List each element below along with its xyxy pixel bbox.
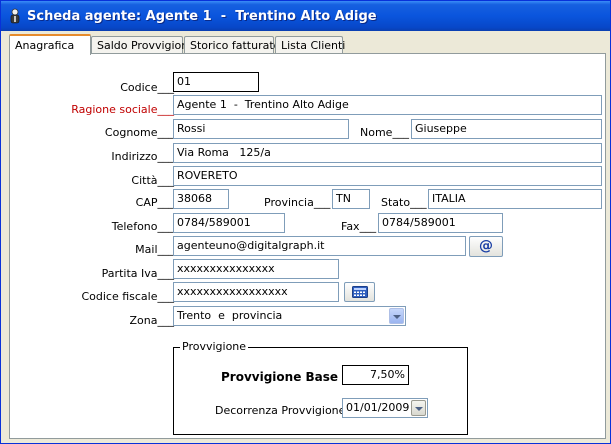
cognome-label: Cognome___: [104, 126, 174, 139]
zona-label: Zona___: [129, 314, 174, 327]
stato-field[interactable]: ITALIA: [428, 189, 602, 209]
send-mail-button[interactable]: @: [469, 236, 503, 257]
decorrenza-label: Decorrenza Provvigione: [215, 404, 346, 417]
cognome-field[interactable]: Rossi: [173, 119, 349, 139]
window-title: Scheda agente: Agente 1 - Trentino Alto …: [27, 9, 377, 24]
partita-iva-label: Partita Iva___: [101, 267, 174, 280]
at-icon: @: [479, 238, 493, 254]
tab-saldo-provvigioni[interactable]: Saldo Provvigioni: [91, 36, 191, 54]
fax-field[interactable]: 0784/589001: [378, 213, 503, 233]
indirizzo-field[interactable]: Via Roma 125/a: [173, 143, 602, 163]
mail-field[interactable]: agenteuno@digitalgraph.it: [173, 236, 466, 256]
chevron-down-icon[interactable]: [411, 400, 426, 416]
calculator-icon: [351, 286, 368, 298]
cap-field[interactable]: 38068: [173, 189, 229, 209]
provincia-label: Provincia___: [264, 196, 331, 209]
cap-label: CAP___: [135, 196, 174, 209]
nome-label: Nome___: [360, 126, 409, 139]
ragione-sociale-label: Ragione sociale___: [71, 103, 174, 116]
provincia-field[interactable]: TN: [332, 189, 370, 209]
telefono-field[interactable]: 0784/589001: [173, 213, 285, 233]
fax-label: Fax___: [341, 220, 377, 233]
tab-anagrafica[interactable]: Anagrafica: [9, 34, 91, 55]
telefono-label: Telefono___: [111, 220, 174, 233]
mail-label: Mail___: [135, 243, 174, 256]
zona-value: Trento e provincia: [177, 309, 283, 322]
codice-field[interactable]: 01: [173, 72, 259, 92]
agent-icon: [10, 8, 20, 24]
tab-storico-fatturato[interactable]: Storico fatturato: [184, 36, 280, 54]
calculate-codice-fiscale-button[interactable]: [344, 282, 375, 302]
citta-label: Città___: [131, 174, 174, 187]
nome-field[interactable]: Giuseppe: [411, 119, 602, 139]
ragione-sociale-field[interactable]: Agente 1 - Trentino Alto Adige: [173, 95, 602, 115]
decorrenza-value: 01/01/2009: [346, 401, 410, 414]
codice-fiscale-field[interactable]: xxxxxxxxxxxxxxxxx: [173, 282, 339, 302]
codice-label: Codice___: [120, 81, 174, 94]
provvigioni-legend: Provvigione: [180, 340, 249, 353]
provvigione-base-label: Provvigione Base %: [221, 370, 355, 384]
zona-select[interactable]: Trento e provincia: [173, 306, 406, 326]
provvigioni-group: Provvigione Provvigione Base % 7,50% Dec…: [173, 340, 468, 435]
provvigione-base-field[interactable]: 7,50%: [342, 365, 409, 385]
decorrenza-select[interactable]: 01/01/2009: [342, 398, 428, 418]
tab-lista-clienti[interactable]: Lista Clienti: [275, 36, 345, 54]
stato-label: Stato___: [381, 196, 427, 209]
agent-window: Scheda agente: Agente 1 - Trentino Alto …: [0, 0, 611, 444]
anagrafica-panel: Codice___ 01 Ragione sociale___ Agente 1…: [9, 53, 606, 439]
partita-iva-field[interactable]: xxxxxxxxxxxxxxx: [173, 259, 339, 279]
title-bar: Scheda agente: Agente 1 - Trentino Alto …: [1, 1, 610, 31]
chevron-down-icon[interactable]: [389, 308, 404, 324]
indirizzo-label: Indirizzo___: [111, 150, 174, 163]
codice-fiscale-label: Codice fiscale___: [81, 290, 174, 303]
citta-field[interactable]: ROVERETO: [173, 166, 602, 186]
